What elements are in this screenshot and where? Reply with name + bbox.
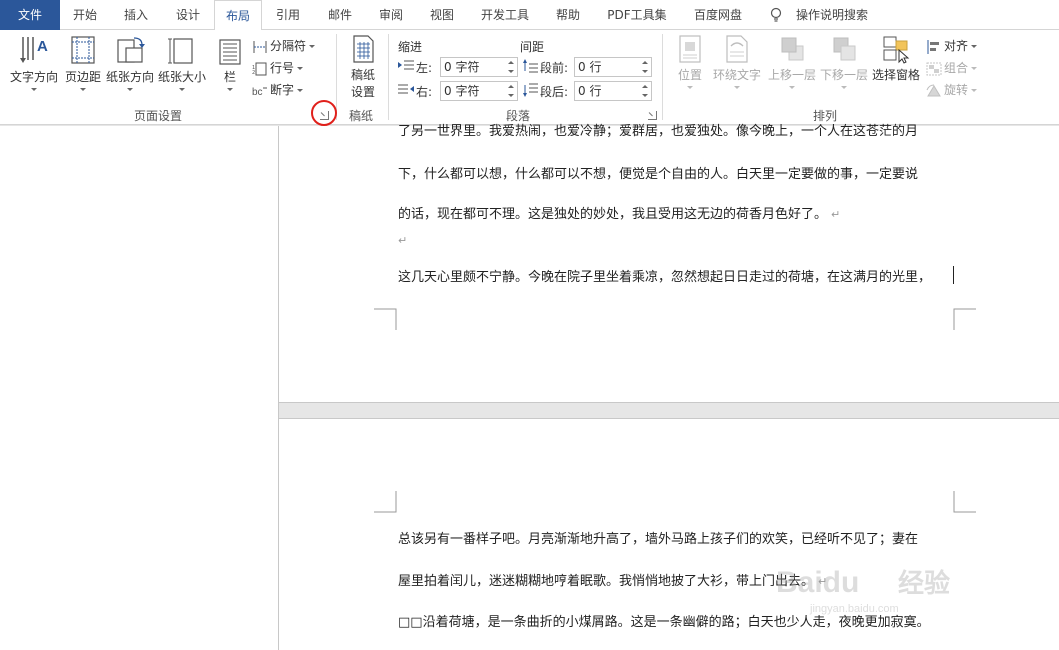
tab-home[interactable]: 开始 [60,0,110,30]
baidu-jingyan-watermark: Baidu 经验 jingyan.baidu.com [776,566,950,615]
tab-view[interactable]: 视图 [416,0,468,30]
tab-baidu-netdisk[interactable]: 百度网盘 [680,0,756,30]
tab-design[interactable]: 设计 [162,0,214,30]
navigation-pane [0,126,279,650]
spacing-after-icon [523,83,538,97]
position-icon [679,35,701,63]
text-line: 的话，现在都可不理。这是独处的妙处，我且受用这无边的荷香月色好了。 ↵ [398,207,841,222]
text-cursor [953,266,954,284]
group-label-manuscript: 稿纸 [349,109,374,123]
text-line: 了另一世界里。我爱热闹，也爱冷静；爱群居，也爱独处。像今晚上，一个人在这苍茫的月 [398,124,919,139]
indent-left-label: 左: [416,61,433,75]
align-icon [927,39,939,54]
margins-icon [71,36,95,64]
spacing-after-input[interactable]: 0 行 [574,81,652,101]
selection-pane-button[interactable]: 选择窗格 [870,34,922,83]
margin-corner-mark [953,308,976,330]
tell-me-search[interactable]: 操作说明搜索 [790,0,874,30]
text-line: 总该另有一番样子吧。月亮渐渐地升高了，墙外马路上孩子们的欢笑，已经听不见了；妻在 [398,532,919,547]
spacing-before-icon [523,59,538,73]
tab-developer[interactable]: 开发工具 [468,0,542,30]
paragraph-mark: ↵ [398,234,408,247]
svg-text:A: A [37,38,48,55]
lightbulb-icon [770,7,782,22]
text-direction-button[interactable]: A 文字方向 [8,34,60,91]
paragraph-mark: ↵ [831,208,841,221]
line-numbers-icon: 1 2 [252,62,267,76]
breaks-icon [253,40,267,53]
svg-text:bc: bc [252,87,263,98]
group-icon [926,62,942,75]
tab-mailings[interactable]: 邮件 [314,0,366,30]
spacing-before-label: 段前: [540,61,569,75]
selection-pane-icon [883,36,910,64]
margin-corner-mark [374,491,397,513]
highlight-circle [311,100,337,126]
line-numbers-button[interactable]: 1 2 行号 [252,58,304,78]
group-button[interactable]: 组合 [926,58,978,78]
spacing-header: 间距 [520,40,545,54]
tab-layout[interactable]: 布局 [214,0,262,31]
watermark-url: jingyan.baidu.com [809,603,899,615]
orientation-icon [117,37,145,63]
watermark-suffix: 经验 [898,568,950,599]
tab-pdf-tools[interactable]: PDF工具集 [594,0,680,30]
indent-right-icon [398,84,414,94]
ribbon: A 文字方向 页边距 纸张方向 纸张大小 栏 分隔符 1 2 行号 bc 断字 … [0,30,1059,125]
send-backward-button[interactable]: 下移一层 [818,34,870,89]
bring-forward-icon [781,37,804,61]
indent-left-icon [398,60,414,70]
ribbon-tab-bar: 文件 开始 插入 设计 布局 引用 邮件 审阅 视图 开发工具 帮助 PDF工具… [0,0,1059,31]
manuscript-icon [353,35,374,63]
rotate-icon [926,84,941,96]
document-page-1[interactable]: 了另一世界里。我爱热闹，也爱冷静；爱群居，也爱独处。像今晚上，一个人在这苍茫的月… [279,124,1059,403]
group-label-page-setup: 页面设置 [134,109,183,123]
wrap-text-button[interactable]: 环绕文字 [710,34,764,89]
breaks-button[interactable]: 分隔符 [252,36,316,56]
align-button[interactable]: 对齐 [926,36,978,56]
margin-corner-mark [953,491,976,513]
orientation-button[interactable]: 纸张方向 [104,34,156,91]
spacing-before-input[interactable]: 0 行 [574,57,652,77]
tab-file[interactable]: 文件 [0,0,60,30]
hyphenation-icon: bc [252,87,267,98]
text-line: 这几天心里颇不宁静。今晚在院子里坐着乘凉，忽然想起日日走过的荷塘，在这满月的光里… [398,270,932,285]
paper-size-icon [168,38,193,64]
empty-paragraph: ↵ [398,233,407,248]
indent-left-input[interactable]: 0 字符 [440,57,518,77]
hyphenation-button[interactable]: bc 断字 [252,80,304,100]
indent-right-label: 右: [416,85,433,99]
text-line: 屋里拍着闰儿，迷迷糊糊地哼着眠歌。我悄悄地披了大衫，带上门出去。 ↵ [398,574,828,589]
paragraph-dialog-launcher[interactable] [648,111,657,120]
bring-forward-button[interactable]: 上移一层 [766,34,818,89]
columns-icon [219,39,241,65]
tab-review[interactable]: 审阅 [366,0,416,30]
tab-help[interactable]: 帮助 [542,0,594,30]
spacing-after-label: 段后: [540,85,569,99]
columns-button[interactable]: 栏 [214,34,246,91]
manuscript-settings-button[interactable]: 稿纸 设置 [344,34,382,100]
svg-text:2: 2 [252,70,255,76]
indent-header: 缩进 [398,40,423,54]
margins-button[interactable]: 页边距 [62,34,104,91]
text-line: 下，什么都可以想，什么都可以不想，便觉是个自由的人。白天里一定要做的事，一定要说 [398,167,919,182]
tab-references[interactable]: 引用 [262,0,314,30]
indent-right-input[interactable]: 0 字符 [440,81,518,101]
tab-insert[interactable]: 插入 [110,0,162,30]
send-backward-icon [833,37,856,61]
size-button[interactable]: 纸张大小 [156,34,208,91]
text-direction-icon: A [20,37,48,63]
margin-corner-mark [374,308,397,330]
rotate-button[interactable]: 旋转 [926,80,978,100]
wrap-text-icon [726,35,748,63]
position-button[interactable]: 位置 [672,34,708,89]
watermark-brand: Baidu [776,566,859,599]
